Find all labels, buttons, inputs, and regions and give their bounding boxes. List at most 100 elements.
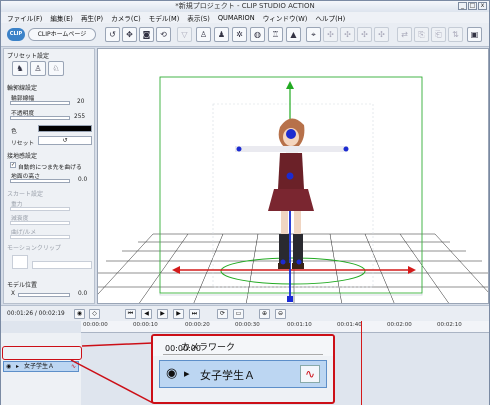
ruler-tick: 00:02:10 [437,322,462,328]
zoom-callout: 00:00:00 カメラワーク ◉ ▸ 女子学生Ａ ∿ [151,334,335,404]
pose-icon[interactable]: ♙ [196,27,211,42]
model-pos-x-value[interactable]: 0.0 [78,291,87,297]
opacity-slider[interactable] [10,116,70,120]
undo-icon[interactable]: ↺ [105,27,120,42]
camera-work-label: カメラワーク [181,343,236,353]
menu-view[interactable]: 表示(S) [187,13,210,23]
record-icon[interactable]: ◉ [74,309,85,319]
skirt-section-title: スカート設定 [7,191,44,198]
clip-logo-button[interactable]: CLIP [7,28,25,41]
settings-icon[interactable]: ▣ [467,27,482,42]
ik-limb-icon[interactable]: ✣ [340,27,355,42]
next-frame-icon[interactable]: ▶ [173,309,184,319]
contact-section-title: 接地感設定 [7,153,38,160]
ruler-tick: 00:01:40 [337,322,362,328]
y-axis-arrow[interactable] [286,81,294,89]
reset-button[interactable]: ↺ [38,136,92,145]
menu-qumarion[interactable]: QUMARION [218,14,255,22]
loop-icon[interactable]: ⟳ [217,309,228,319]
ground-height-slider[interactable] [10,179,70,183]
figure-icon[interactable]: ♟ [214,27,229,42]
z-axis-end[interactable] [287,296,293,302]
zoom-track-above: カメラワーク [163,341,323,355]
prev-frame-icon[interactable]: ◀ [141,309,152,319]
range-icon[interactable]: ▭ [233,309,244,319]
opacity-value[interactable]: 255 [74,114,85,120]
sphere-icon[interactable]: ◍ [250,27,265,42]
select-icon[interactable]: ▽ [177,27,192,42]
preset-hair-icon[interactable]: ♘ [48,61,64,76]
menu-camera[interactable]: カメラ(C) [111,13,141,23]
ik-icon[interactable]: ✣ [323,27,338,42]
bend-slider[interactable] [10,235,70,239]
window-controls: _ □ x [458,2,487,10]
gravity-slider[interactable] [10,207,70,211]
menu-bar: ファイル(F) 編集(E) 再生(P) カメラ(C) モデル(M) 表示(S) … [1,12,489,23]
move-icon[interactable]: ✥ [122,27,137,42]
ruler-tick: 00:00:30 [235,322,260,328]
damping-slider[interactable] [10,221,70,225]
visibility-eye-icon[interactable]: ◉ [166,366,177,381]
timeline-controls: 00:01:26 / 00:02:19 ◉ ◇ ⏮ ◀ ▶ ▶ ⏭ ⟳ ▭ ⊕ … [1,305,489,321]
color-label: 色 [11,129,17,135]
outline-color-swatch[interactable] [38,125,92,132]
preset-pose-icon[interactable]: ♞ [12,61,28,76]
menu-window[interactable]: ウィンドウ(W) [263,13,308,23]
ruler-tick: 00:00:20 [185,322,210,328]
zoom-track-row[interactable]: ◉ ▸ 女子学生Ａ ∿ [159,360,327,388]
time-display: 00:01:26 / 00:02:19 [7,311,65,317]
model-pos-x-slider[interactable] [18,293,70,297]
rewind-icon[interactable]: ⏮ [125,309,136,319]
outline-section-title: 輪郭線設定 [7,85,38,92]
play-icon[interactable]: ▶ [157,309,168,319]
zoom-in-icon[interactable]: ⊕ [259,309,270,319]
ground-height-value[interactable]: 0.0 [78,177,87,183]
ruler-tick: 00:00:10 [133,322,158,328]
joint-icon[interactable]: ✲ [232,27,247,42]
title-bar: *新規プロジェクト - CLIP STUDIO ACTION _ □ x [1,1,489,12]
character-icon[interactable]: ♖ [268,27,283,42]
maximize-button[interactable]: □ [468,2,477,10]
character-model[interactable] [235,118,348,269]
color-icon[interactable]: ▲ [286,27,301,42]
close-button[interactable]: x [478,2,487,10]
model-pos-x-label: X [11,291,15,297]
menu-edit[interactable]: 編集(E) [50,13,73,23]
camera-icon[interactable]: ◙ [139,27,154,42]
menu-help[interactable]: ヘルプ(H) [315,13,345,23]
copy-pose-icon[interactable]: ⎘ [414,27,429,42]
forward-icon[interactable]: ⏭ [189,309,200,319]
motion-clip-select[interactable] [32,261,92,269]
motion-icon[interactable]: ∿ [300,365,320,383]
ruler-tick: 00:00:00 [83,322,108,328]
outline-width-slider[interactable] [10,101,70,105]
rotate-camera-icon[interactable]: ⟲ [156,27,171,42]
scene-svg[interactable] [98,49,489,304]
bone-icon[interactable]: ⌖ [306,27,321,42]
3d-viewport[interactable] [97,48,489,304]
preset-body-icon[interactable]: ♙ [30,61,46,76]
ruler-tick: 00:01:10 [287,322,312,328]
playhead[interactable] [361,321,362,405]
app-window: *新規プロジェクト - CLIP STUDIO ACTION _ □ x ファイ… [0,0,490,405]
zoom-out-icon[interactable]: ⊖ [275,309,286,319]
auto-bend-checkbox[interactable]: ✓ [10,162,16,168]
motion-clip-thumb[interactable] [12,255,28,269]
keyframe-icon[interactable]: ◇ [89,309,100,319]
clip-home-button[interactable]: CLIPホームページ [28,28,96,41]
reset-label: リセット [11,141,35,147]
flip-icon[interactable]: ⇅ [448,27,463,42]
expand-arrow-icon[interactable]: ▸ [184,367,190,380]
ik-leg-icon[interactable]: ✣ [374,27,389,42]
minimize-button[interactable]: _ [458,2,467,10]
outline-width-value[interactable]: 20 [77,99,84,105]
menu-model[interactable]: モデル(M) [149,13,180,23]
menu-play[interactable]: 再生(P) [81,13,103,23]
paste-pose-icon[interactable]: ⎗ [431,27,446,42]
mirror-icon[interactable]: ⇄ [397,27,412,42]
auto-bend-label: 自動的につま先を曲げる [18,165,82,171]
menu-file[interactable]: ファイル(F) [7,13,42,23]
zoom-track-name: 女子学生Ａ [200,369,255,382]
window-title: *新規プロジェクト - CLIP STUDIO ACTION [175,2,315,10]
ik-arm-icon[interactable]: ✣ [357,27,372,42]
